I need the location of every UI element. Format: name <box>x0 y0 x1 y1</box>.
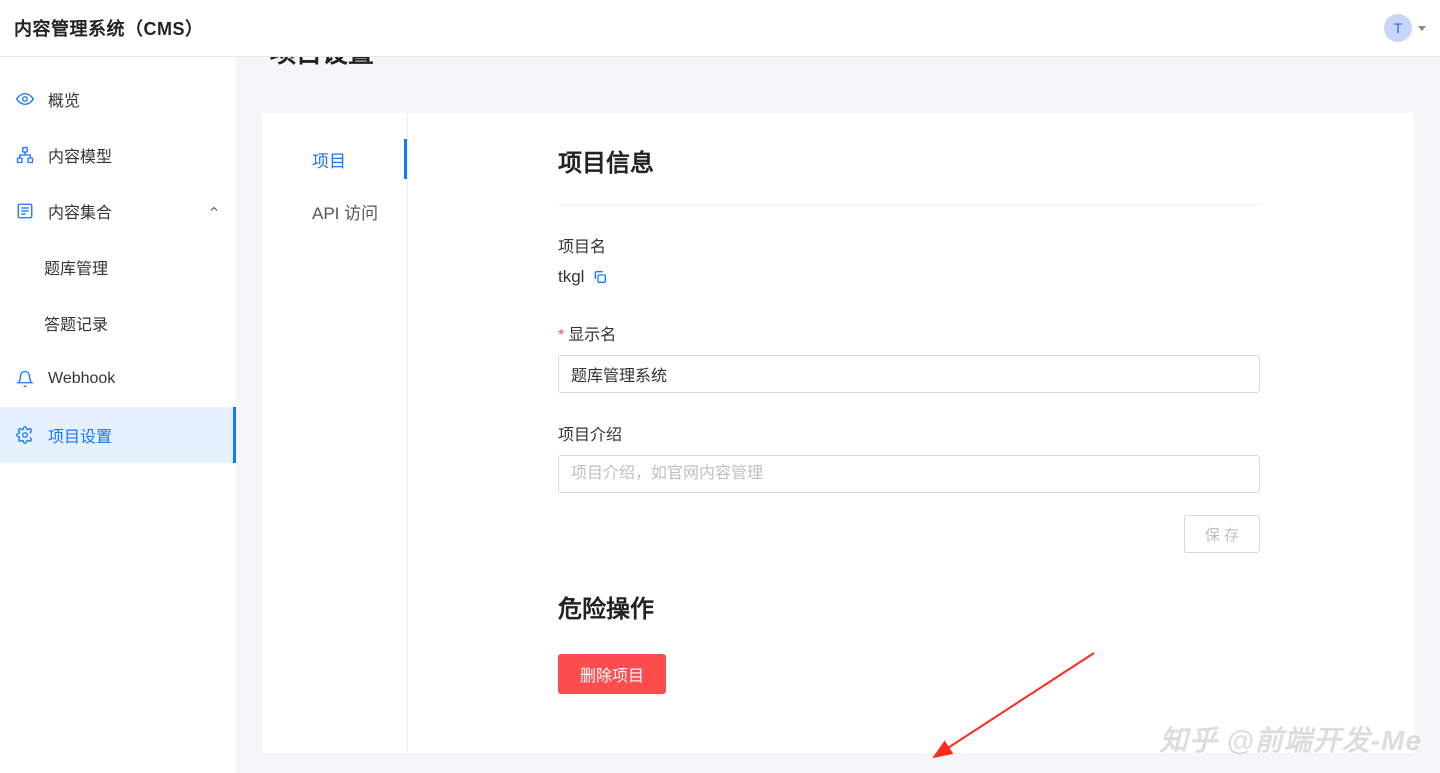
settings-panel: 项目信息 项目名 tkgl *显示名 项目介绍 保 存 <box>408 113 1414 753</box>
chevron-down-icon <box>1418 26 1426 31</box>
description-input[interactable] <box>558 455 1260 493</box>
sidebar-item-overview[interactable]: 概览 <box>0 71 236 127</box>
project-info-heading: 项目信息 <box>558 143 1264 178</box>
sidebar-item-label: 概览 <box>48 87 80 111</box>
sidebar: 概览 内容模型 内容集合 题库管理 答题记录 W <box>0 57 236 773</box>
sidebar-item-label: 项目设置 <box>48 423 112 447</box>
page-title: 项目设置 <box>262 57 1414 97</box>
project-name-label: 项目名 <box>558 233 1264 257</box>
sidebar-item-question-bank[interactable]: 题库管理 <box>0 239 236 295</box>
model-icon <box>16 146 34 164</box>
eye-icon <box>16 90 34 108</box>
required-asterisk: * <box>558 327 564 344</box>
delete-project-button[interactable]: 删除项目 <box>558 654 666 694</box>
sidebar-item-label: 题库管理 <box>44 255 108 279</box>
bell-icon <box>16 370 34 388</box>
chevron-up-icon <box>208 202 220 220</box>
sidebar-item-label: 内容模型 <box>48 143 112 167</box>
inner-tabs: 项目 API 访问 <box>262 113 408 753</box>
sidebar-item-model[interactable]: 内容模型 <box>0 127 236 183</box>
danger-heading: 危险操作 <box>558 589 1264 624</box>
save-button[interactable]: 保 存 <box>1184 515 1260 553</box>
topbar: 内容管理系统（CMS） T <box>0 0 1440 57</box>
project-name-value-row: tkgl <box>558 267 1264 287</box>
project-name-value: tkgl <box>558 267 584 287</box>
display-name-input[interactable] <box>558 355 1260 393</box>
avatar[interactable]: T <box>1384 14 1412 42</box>
collection-icon <box>16 202 34 220</box>
main-content: 项目设置 项目 API 访问 项目信息 项目名 tkgl *显示名 <box>236 57 1440 773</box>
sidebar-item-webhook[interactable]: Webhook <box>0 351 236 407</box>
gear-icon <box>16 426 34 444</box>
divider <box>558 204 1260 205</box>
sidebar-item-collection[interactable]: 内容集合 <box>0 183 236 239</box>
tab-project[interactable]: 项目 <box>262 133 407 185</box>
copy-icon[interactable] <box>592 269 608 285</box>
sidebar-item-settings[interactable]: 项目设置 <box>0 407 236 463</box>
display-name-label: *显示名 <box>558 321 1264 345</box>
sidebar-item-label: 答题记录 <box>44 311 108 335</box>
sidebar-item-answer-record[interactable]: 答题记录 <box>0 295 236 351</box>
sidebar-item-label: 内容集合 <box>48 199 112 223</box>
topbar-right[interactable]: T <box>1384 14 1426 42</box>
description-label: 项目介绍 <box>558 421 1264 445</box>
tab-api-access[interactable]: API 访问 <box>262 185 407 237</box>
settings-card: 项目 API 访问 项目信息 项目名 tkgl *显示名 项目介绍 <box>262 113 1414 753</box>
app-title: 内容管理系统（CMS） <box>14 15 204 41</box>
sidebar-item-label: Webhook <box>48 370 115 388</box>
